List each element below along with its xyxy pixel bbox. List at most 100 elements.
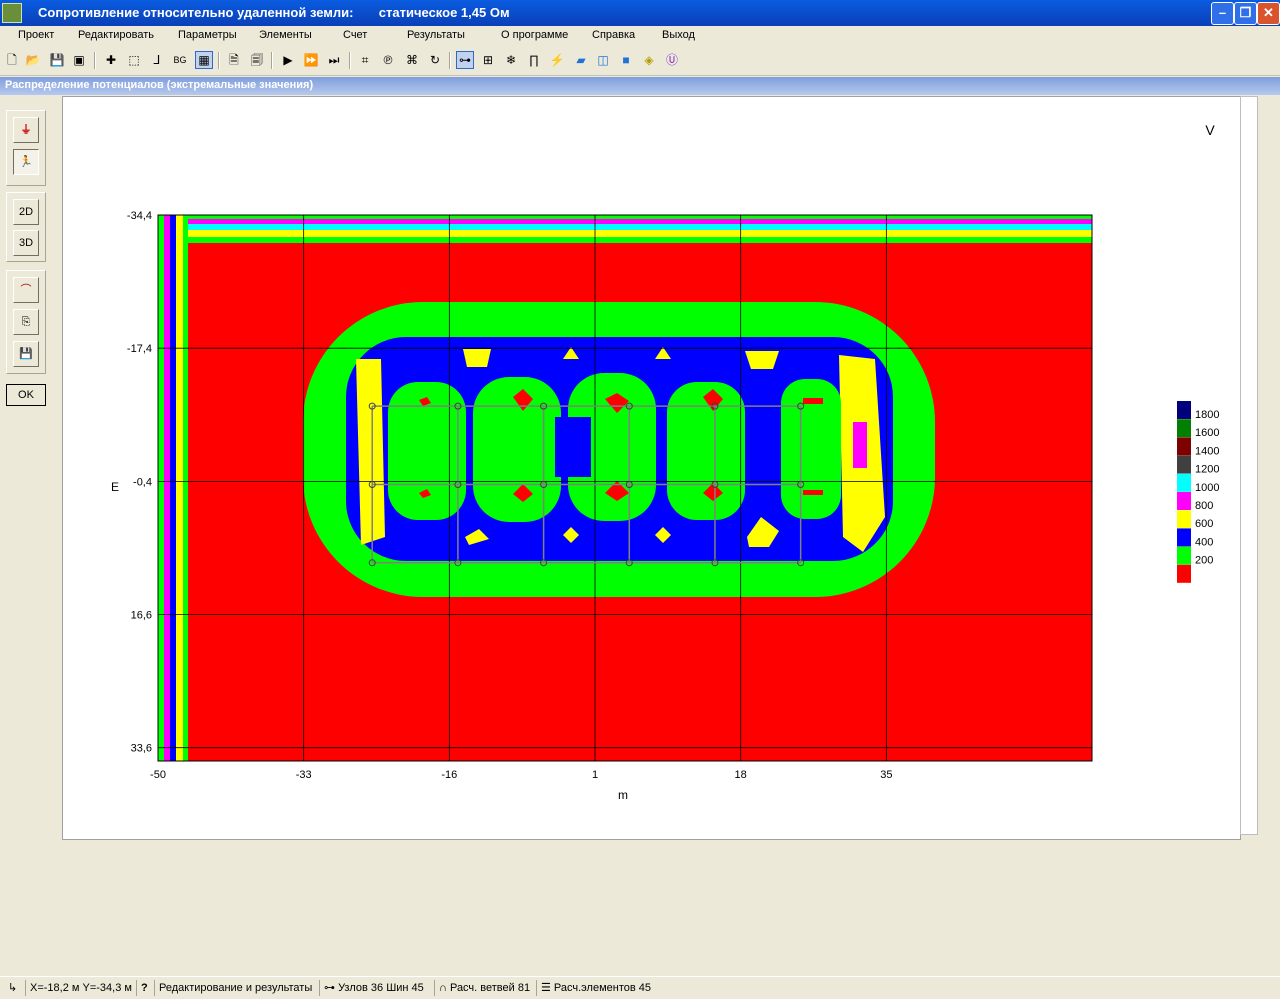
window-title: Сопротивление относительно удаленной зем… (38, 5, 510, 20)
tool-group-3: ⌒ ⎘ 💾 (6, 270, 46, 374)
run-icon[interactable]: ▶ (279, 51, 297, 69)
menu-exit[interactable]: Выход (662, 29, 695, 41)
box-icon[interactable]: ◫ (594, 51, 612, 69)
vertical-scrollbar[interactable] (1240, 96, 1258, 835)
status-nodes: ⊶ Узлов 36 Шин 45 (319, 980, 424, 996)
menu-parameters[interactable]: Параметры (178, 29, 237, 41)
cube-icon[interactable]: ■ (617, 51, 635, 69)
y-tick-labels: -34,4 -17,4 -0,4 16,6 33,6 (127, 210, 152, 755)
plane-icon[interactable]: ▰ (572, 51, 590, 69)
menu-edit[interactable]: Редактировать (78, 29, 154, 41)
child-window-title-bar: Распределение потенциалов (экстремальные… (0, 77, 1280, 95)
minimize-button[interactable]: – (1211, 2, 1234, 25)
grid-icon[interactable]: ▦ (195, 51, 213, 69)
status-elements-text: Расч.элементов 45 (553, 982, 652, 994)
x-tick-label: 35 (880, 769, 892, 781)
diamond-icon[interactable]: ◈ (640, 51, 658, 69)
legend-label: 1400 (1195, 445, 1219, 457)
report-icon[interactable]: 🗎 (225, 51, 243, 69)
save-all-icon[interactable]: ▣ (70, 51, 88, 69)
legend-swatch (1177, 419, 1191, 438)
run-fast-icon[interactable]: ⏩ (302, 51, 320, 69)
menu-help[interactable]: Справка (592, 29, 635, 41)
new-file-icon[interactable]: 🗋 (3, 51, 21, 69)
zone-left-600 (356, 359, 385, 545)
legend-label: 600 (1195, 518, 1213, 530)
legend-swatch (1177, 492, 1191, 510)
copy-icon[interactable]: ⎘ (13, 309, 39, 335)
rod-icon[interactable]: ⚡ (548, 51, 566, 69)
band-top-edge (158, 215, 1092, 219)
elements-icon: ☰ (541, 982, 554, 994)
status-help: ? (136, 980, 153, 996)
legend-swatch (1177, 510, 1191, 529)
toolbar-separator (218, 52, 220, 69)
save-icon[interactable]: 💾 (48, 51, 66, 69)
x-tick-label: -16 (441, 769, 457, 781)
branch-edit-icon[interactable]: ⌗ (356, 51, 374, 69)
toolbar: 🗋 📂 💾 ▣ ✚ ⬚ ⅃ BG ▦ 🗎 🗐 ▶ ⏩ ⏭ ⌗ ℗ ⌘ ↻ ⊶ ⊞… (0, 47, 1280, 76)
link-icon: ⊶ (324, 982, 339, 994)
save-image-icon[interactable]: 💾 (13, 341, 39, 367)
menu-about[interactable]: О программе (501, 29, 568, 41)
x-tick-label: 18 (735, 769, 747, 781)
legend-swatch (1177, 564, 1191, 583)
view-3d-button[interactable]: 3D (13, 230, 39, 256)
run-all-icon[interactable]: ⏭ (325, 51, 343, 69)
view-2d-button[interactable]: 2D (13, 199, 39, 225)
coords-icon: ↳ (8, 982, 18, 994)
legend-swatch (1177, 528, 1191, 547)
status-mode: Редактирование и результаты (154, 980, 312, 996)
menu-results[interactable]: Результаты (407, 29, 465, 41)
branch-loop-icon[interactable]: ↻ (426, 51, 444, 69)
zone-right-800 (853, 422, 867, 468)
status-nodes-text: Узлов 36 Шин 45 (338, 982, 424, 994)
potential-chart: -50 -33 -16 1 18 35 -34,4-17,4-0,416,633,6 m … (111, 122, 1219, 802)
contour-icon[interactable]: ⌒ (13, 277, 39, 303)
magnet-icon[interactable]: ∏ (525, 51, 543, 69)
toolbar-separator (449, 52, 451, 69)
legend-label: 400 (1195, 536, 1213, 548)
menu-project[interactable]: Проект (18, 29, 54, 41)
circle-u-icon[interactable]: Ⓤ (663, 51, 681, 69)
gap-3 (555, 417, 591, 477)
y-tick-label: -34,4 (127, 210, 152, 222)
y-tick-label: 16,6 (131, 610, 152, 622)
maximize-button[interactable]: ❐ (1234, 2, 1257, 25)
ground-icon[interactable]: ⏚ (13, 117, 39, 143)
legend-label: 1000 (1195, 482, 1219, 494)
status-branches: ∩ Расч. ветвей 81 (434, 980, 530, 996)
walker-icon[interactable]: 🏃 (13, 149, 39, 175)
link-icon[interactable]: ⊶ (456, 51, 474, 69)
spot (803, 398, 823, 404)
x-tick-label: 1 (592, 769, 598, 781)
menu-bar: Проект Редактировать Параметры Элементы … (0, 26, 1280, 45)
y-tick-label: -0,4 (133, 476, 152, 488)
axis-icon[interactable]: ⅃ (148, 51, 166, 69)
branch-frame-icon[interactable]: ⌘ (403, 51, 421, 69)
add-node-icon[interactable]: ✚ (102, 51, 120, 69)
y-axis-label: E (111, 480, 119, 494)
snowflake-icon[interactable]: ❄ (502, 51, 520, 69)
title-bar: Сопротивление относительно удаленной зем… (0, 0, 1280, 26)
heatmap-field (158, 215, 1092, 761)
menu-elements[interactable]: Элементы (259, 29, 312, 41)
tool-group-2: 2D 3D (6, 192, 46, 262)
mesh-icon[interactable]: ⊞ (479, 51, 497, 69)
x-tick-label: -33 (296, 769, 312, 781)
yellow-blob (463, 349, 491, 367)
app-icon[interactable] (2, 3, 22, 23)
select-frame-icon[interactable]: ⬚ (125, 51, 143, 69)
status-elements: ☰ Расч.элементов 45 (536, 980, 651, 996)
legend-label: 800 (1195, 500, 1213, 512)
left-tool-panel: ⏚ 🏃 2D 3D ⌒ ⎘ 💾 OK (0, 96, 62, 976)
menu-calculation[interactable]: Счет (343, 29, 367, 41)
close-button[interactable]: ✕ (1257, 2, 1280, 25)
open-folder-icon[interactable]: 📂 (24, 51, 42, 69)
bg-icon[interactable]: BG (171, 51, 189, 69)
branch-params-icon[interactable]: ℗ (379, 51, 397, 69)
x-tick-labels: -50 -33 -16 1 18 35 (150, 769, 892, 781)
report-view-icon[interactable]: 🗐 (248, 51, 266, 69)
ok-button[interactable]: OK (6, 384, 46, 406)
legend-swatch (1177, 473, 1191, 492)
